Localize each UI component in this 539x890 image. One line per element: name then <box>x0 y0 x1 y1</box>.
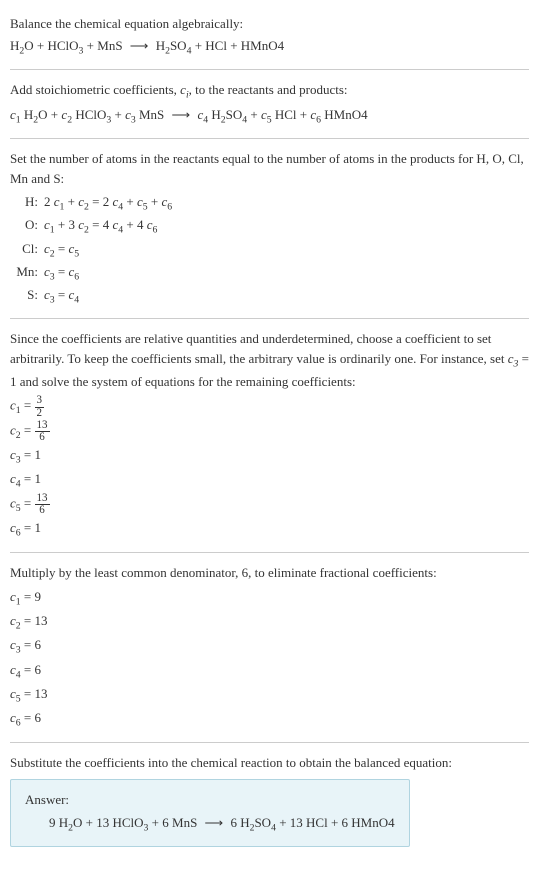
num: 3 <box>35 395 45 407</box>
coeff-c5: c5 = 136 <box>10 493 529 517</box>
atom-label: O: <box>12 215 44 235</box>
coeff-c1: c1 = 32 <box>10 395 529 419</box>
val: = 6 <box>24 662 41 677</box>
balance-title: Balance the chemical equation algebraica… <box>10 14 529 34</box>
coeff-c2-int: c2 = 13 <box>10 611 529 634</box>
den: 2 <box>35 408 45 419</box>
ci-symbol: ci <box>180 82 189 97</box>
section-multiply: Multiply by the least common denominator… <box>10 557 529 738</box>
section-answer: Substitute the coefficients into the che… <box>10 747 529 853</box>
text: and solve the system of equations for th… <box>17 374 356 389</box>
val: = 13 <box>24 686 48 701</box>
atom-eq: c1 + 3 c2 = 4 c4 + 4 c6 <box>44 215 529 238</box>
val: = 6 <box>24 637 41 652</box>
coeff-c6-int: c6 = 6 <box>10 708 529 731</box>
fractional-coefficients: c1 = 32 c2 = 136 c3 = 1 c4 = 1 c5 = 136 … <box>10 395 529 541</box>
val: 1 <box>35 471 42 486</box>
section-solve: Since the coefficients are relative quan… <box>10 323 529 548</box>
val: 1 <box>35 520 42 535</box>
divider <box>10 69 529 70</box>
coeff-c4: c4 = 1 <box>10 469 529 492</box>
val: 1 <box>35 447 42 462</box>
atom-intro: Set the number of atoms in the reactants… <box>10 149 529 188</box>
atom-label: S: <box>12 285 44 305</box>
atoms-table: H: 2 c1 + c2 = 2 c4 + c5 + c6 O: c1 + 3 … <box>12 192 529 308</box>
val: = 9 <box>24 589 41 604</box>
atom-row-mn: Mn: c3 = c6 <box>12 262 529 285</box>
text: Add stoichiometric coefficients, <box>10 82 180 97</box>
integer-coefficients: c1 = 9 c2 = 13 c3 = 6 c4 = 6 c5 = 13 c6 … <box>10 587 529 731</box>
atom-row-s: S: c3 = c4 <box>12 285 529 308</box>
val: = 6 <box>24 710 41 725</box>
coeff-c6: c6 = 1 <box>10 518 529 541</box>
atom-row-o: O: c1 + 3 c2 = 4 c4 + 4 c6 <box>12 215 529 238</box>
divider <box>10 742 529 743</box>
den: 6 <box>35 505 50 516</box>
answer-box: Answer: 9 H2O + 13 HClO3 + 6 MnS ⟶ 6 H2S… <box>10 779 410 848</box>
coeff-equation: c1 H2O + c2 HClO3 + c3 MnS ⟶ c4 H2SO4 + … <box>10 105 529 128</box>
atom-row-h: H: 2 c1 + c2 = 2 c4 + c5 + c6 <box>12 192 529 215</box>
section-atom-equations: Set the number of atoms in the reactants… <box>10 143 529 314</box>
coeff-c2: c2 = 136 <box>10 420 529 444</box>
divider <box>10 318 529 319</box>
coeff-c4-int: c4 = 6 <box>10 660 529 683</box>
c3-eq-1: c3 <box>508 351 519 366</box>
answer-label: Answer: <box>25 790 395 810</box>
text: Since the coefficients are relative quan… <box>10 331 508 366</box>
add-coeff-intro: Add stoichiometric coefficients, ci, to … <box>10 80 529 103</box>
divider <box>10 552 529 553</box>
den: 6 <box>35 432 50 443</box>
atom-label: Mn: <box>12 262 44 282</box>
section-balance-intro: Balance the chemical equation algebraica… <box>10 8 529 65</box>
coeff-c3-int: c3 = 6 <box>10 635 529 658</box>
coeff-c5-int: c5 = 13 <box>10 684 529 707</box>
multiply-intro: Multiply by the least common denominator… <box>10 563 529 583</box>
atom-label: H: <box>12 192 44 212</box>
atom-eq: c3 = c4 <box>44 285 529 308</box>
coeff-c1-int: c1 = 9 <box>10 587 529 610</box>
atom-eq: c2 = c5 <box>44 239 529 262</box>
answer-intro: Substitute the coefficients into the che… <box>10 753 529 773</box>
val: = 13 <box>24 613 48 628</box>
atom-row-cl: Cl: c2 = c5 <box>12 239 529 262</box>
coeff-c3: c3 = 1 <box>10 445 529 468</box>
divider <box>10 138 529 139</box>
answer-equation: 9 H2O + 13 HClO3 + 6 MnS ⟶ 6 H2SO4 + 13 … <box>25 813 395 836</box>
atom-eq: 2 c1 + c2 = 2 c4 + c5 + c6 <box>44 192 529 215</box>
atom-eq: c3 = c6 <box>44 262 529 285</box>
solve-intro: Since the coefficients are relative quan… <box>10 329 529 391</box>
text: , to the reactants and products: <box>189 82 348 97</box>
atom-label: Cl: <box>12 239 44 259</box>
balance-equation: H2O + HClO3 + MnS ⟶ H2SO4 + HCl + HMnO4 <box>10 36 529 59</box>
section-add-coefficients: Add stoichiometric coefficients, ci, to … <box>10 74 529 134</box>
